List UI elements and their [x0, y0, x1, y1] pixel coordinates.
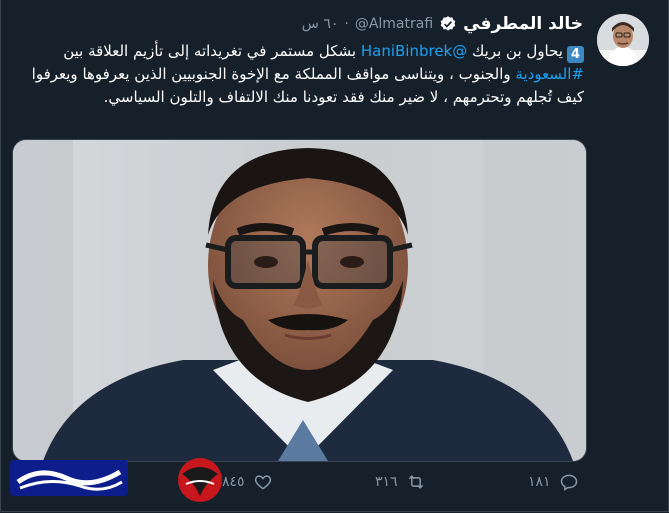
retweet-icon	[408, 475, 423, 489]
tweet-text-part: والجنوب ، ويتناسى مواقف المملكة مع الإخو…	[31, 65, 584, 106]
tweet-header: خالد المطرفي @Almatrafi · ٦٠ س	[302, 12, 583, 36]
avatar[interactable]	[597, 14, 649, 66]
avatar-photo	[597, 14, 649, 66]
heart-icon	[254, 475, 271, 490]
separator-dot: ·	[344, 16, 349, 32]
portrait-photo	[13, 140, 586, 461]
verified-badge-icon	[440, 16, 456, 31]
display-name[interactable]: خالد المطرفي	[463, 14, 583, 34]
timestamp[interactable]: ٦٠ س	[302, 16, 339, 32]
reply-icon	[560, 474, 577, 491]
reply-count: ١٨١	[528, 474, 551, 490]
channel-logo-watermark	[10, 452, 230, 508]
tweet-text: 4يحاول بن بريك @HaniBinbrek بشكل مستمر ف…	[24, 40, 584, 109]
handle[interactable]: @Almatrafi	[355, 16, 433, 32]
tweet-text-part: يحاول بن بريك	[467, 42, 563, 60]
retweet-action[interactable]: ٣١٦	[375, 472, 426, 492]
mention-link[interactable]: @HaniBinbrek	[361, 42, 467, 60]
hashtag-link[interactable]: #السعودية	[515, 65, 584, 83]
tweet-text-part: بشكل مستمر في تغريداته إلى تأزيم العلاقة…	[63, 42, 361, 60]
logo-graphic	[10, 458, 222, 502]
keycap-number-icon: 4	[567, 46, 584, 63]
retweet-count: ٣١٦	[375, 474, 398, 490]
tweet-media-image[interactable]	[12, 139, 587, 462]
reply-action[interactable]: ١٨١	[528, 472, 579, 492]
